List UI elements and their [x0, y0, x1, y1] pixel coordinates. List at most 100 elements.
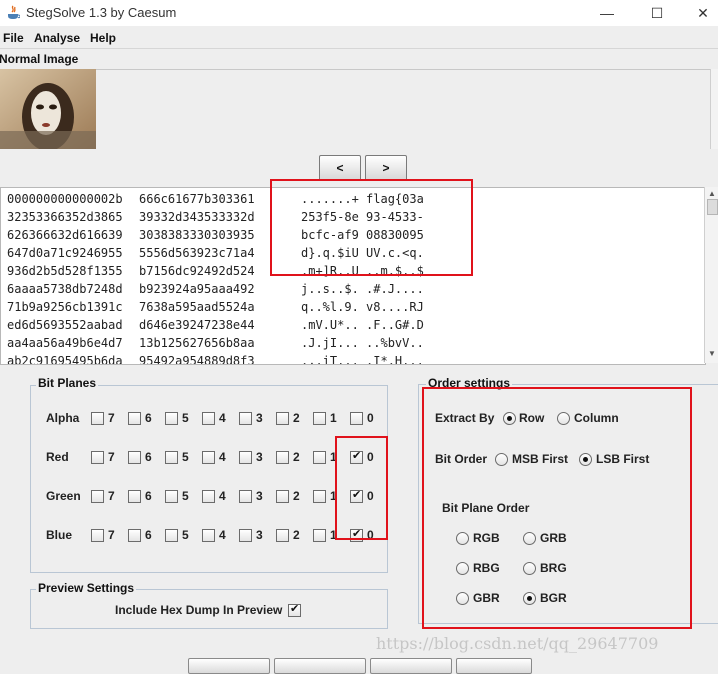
image-section-label: Normal Image — [0, 52, 79, 66]
hex-bytes: 32353366352d3865 — [7, 210, 123, 224]
bit-number-label: 3 — [256, 489, 263, 503]
bit-number-label: 6 — [145, 411, 152, 425]
blue-bit-2-checkbox[interactable] — [276, 529, 289, 542]
alpha-bit-2-checkbox[interactable] — [276, 412, 289, 425]
image-thumbnail — [0, 69, 96, 151]
bottom-button-3[interactable] — [370, 658, 452, 674]
bit-number-label: 5 — [182, 450, 189, 464]
bit-planes-title: Bit Planes — [36, 376, 99, 390]
red-bit-4-checkbox[interactable] — [202, 451, 215, 464]
blue-bit-6-checkbox[interactable] — [128, 529, 141, 542]
green-bit-3-checkbox[interactable] — [239, 490, 252, 503]
bottom-button-4[interactable] — [456, 658, 532, 674]
bit-number-label: 7 — [108, 450, 115, 464]
bit-number-label: 7 — [108, 411, 115, 425]
menu-help[interactable]: Help — [90, 31, 116, 45]
blue-bit-5-checkbox[interactable] — [165, 529, 178, 542]
alpha-bit-5-checkbox[interactable] — [165, 412, 178, 425]
hex-ascii: j..s..$. .#.J.... — [301, 282, 424, 296]
blue-bit-7-checkbox[interactable] — [91, 529, 104, 542]
previous-button[interactable]: < — [319, 155, 361, 181]
bit-number-label: 7 — [108, 528, 115, 542]
blue-bit-4-checkbox[interactable] — [202, 529, 215, 542]
hex-bytes: 626366632d616639 — [7, 228, 123, 242]
image-scrollbar[interactable] — [710, 69, 718, 149]
hex-ascii: q..%l.9. v8....RJ — [301, 300, 424, 314]
preview-settings-title: Preview Settings — [36, 581, 137, 595]
bottom-button-1[interactable] — [188, 658, 270, 674]
next-button[interactable]: > — [365, 155, 407, 181]
green-bit-6-checkbox[interactable] — [128, 490, 141, 503]
bit-number-label: 2 — [293, 528, 300, 542]
hex-bytes: 71b9a9256cb1391c — [7, 300, 123, 314]
bit-number-label: 3 — [256, 450, 263, 464]
hex-bytes: b7156dc92492d524 — [139, 264, 255, 278]
alpha-bit-1-checkbox[interactable] — [313, 412, 326, 425]
maximize-button[interactable]: ☐ — [634, 0, 680, 26]
bit-number-label: 1 — [330, 411, 337, 425]
hex-bytes: 13b125627656b8aa — [139, 336, 255, 350]
hex-bytes: d646e39247238e44 — [139, 318, 255, 332]
hex-bytes: 5556d563923c71a4 — [139, 246, 255, 260]
red-bit-6-checkbox[interactable] — [128, 451, 141, 464]
highlight-lsb-box — [335, 436, 388, 540]
red-bit-1-checkbox[interactable] — [313, 451, 326, 464]
bit-number-label: 6 — [145, 489, 152, 503]
scroll-down-icon[interactable]: ▼ — [708, 349, 716, 358]
hex-ascii: .mV.U*.. .F..G#.D — [301, 318, 424, 332]
hex-bytes: ed6d5693552aabad — [7, 318, 123, 332]
java-app-icon — [6, 5, 21, 21]
red-bit-5-checkbox[interactable] — [165, 451, 178, 464]
close-button[interactable]: ✕ — [680, 0, 718, 26]
red-bit-3-checkbox[interactable] — [239, 451, 252, 464]
red-bit-2-checkbox[interactable] — [276, 451, 289, 464]
bit-plane-label-alpha: Alpha — [46, 411, 80, 425]
alpha-bit-4-checkbox[interactable] — [202, 412, 215, 425]
hex-bytes: 3038383330303935 — [139, 228, 255, 242]
bit-number-label: 0 — [367, 411, 374, 425]
bit-number-label: 2 — [293, 489, 300, 503]
bit-number-label: 3 — [256, 528, 263, 542]
hex-bytes: 000000000000002b — [7, 192, 123, 206]
bit-number-label: 5 — [182, 528, 189, 542]
alpha-bit-6-checkbox[interactable] — [128, 412, 141, 425]
bit-number-label: 2 — [293, 450, 300, 464]
bit-number-label: 4 — [219, 411, 226, 425]
include-hex-label: Include Hex Dump In Preview — [115, 603, 283, 617]
green-bit-1-checkbox[interactable] — [313, 490, 326, 503]
bit-plane-label-red: Red — [46, 450, 69, 464]
watermark-text: https://blog.csdn.net/qq_29647709 — [376, 634, 659, 653]
blue-bit-3-checkbox[interactable] — [239, 529, 252, 542]
green-bit-4-checkbox[interactable] — [202, 490, 215, 503]
bit-number-label: 5 — [182, 489, 189, 503]
green-bit-5-checkbox[interactable] — [165, 490, 178, 503]
hex-bytes: 647d0a71c9246955 — [7, 246, 123, 260]
bit-number-label: 4 — [219, 528, 226, 542]
include-hex-checkbox[interactable] — [288, 602, 301, 617]
green-bit-7-checkbox[interactable] — [91, 490, 104, 503]
bottom-button-2[interactable] — [274, 658, 366, 674]
hex-bytes: 95492a954889d8f3 — [139, 354, 255, 365]
scroll-thumb[interactable] — [707, 199, 718, 215]
menu-analyse[interactable]: Analyse — [34, 31, 80, 45]
alpha-bit-7-checkbox[interactable] — [91, 412, 104, 425]
bit-number-label: 4 — [219, 450, 226, 464]
green-bit-2-checkbox[interactable] — [276, 490, 289, 503]
hex-bytes: 936d2b5d528f1355 — [7, 264, 123, 278]
hex-bytes: 6aaaa5738db7248d — [7, 282, 123, 296]
blue-bit-1-checkbox[interactable] — [313, 529, 326, 542]
alpha-bit-0-checkbox[interactable] — [350, 412, 363, 425]
alpha-bit-3-checkbox[interactable] — [239, 412, 252, 425]
hex-bytes: 39332d343533332d — [139, 210, 255, 224]
hex-bytes: aa4aa56a49b6e4d7 — [7, 336, 123, 350]
bit-plane-label-blue: Blue — [46, 528, 73, 542]
hex-bytes: b923924a95aaa492 — [139, 282, 255, 296]
menu-file[interactable]: File — [3, 31, 24, 45]
hex-dump-scrollbar[interactable]: ▲ ▼ — [704, 187, 718, 363]
highlight-order-box — [422, 387, 692, 629]
bit-number-label: 5 — [182, 411, 189, 425]
hex-bytes: 7638a595aad5524a — [139, 300, 255, 314]
scroll-up-icon[interactable]: ▲ — [708, 189, 716, 198]
red-bit-7-checkbox[interactable] — [91, 451, 104, 464]
minimize-button[interactable]: — — [584, 0, 630, 26]
